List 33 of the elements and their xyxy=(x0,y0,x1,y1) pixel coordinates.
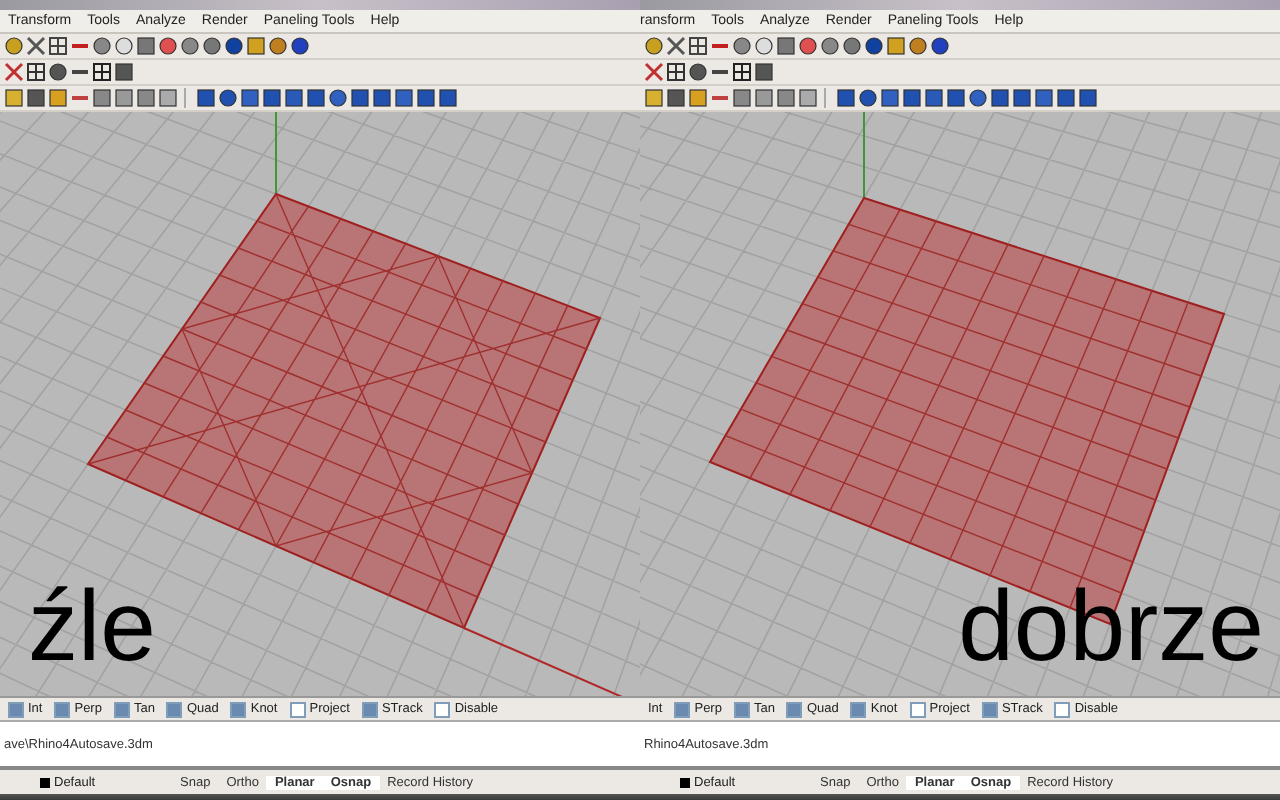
checkbox[interactable] xyxy=(361,701,378,717)
layer-color-icon xyxy=(40,777,50,787)
checkbox[interactable] xyxy=(113,701,130,717)
checkbox[interactable] xyxy=(674,701,691,717)
checkbox[interactable] xyxy=(1054,701,1071,717)
checkbox[interactable] xyxy=(434,701,451,717)
layer-color-icon xyxy=(680,777,690,787)
caption: dobrze xyxy=(958,576,1264,676)
checkbox[interactable] xyxy=(733,701,750,717)
grid-icon[interactable] xyxy=(688,36,708,56)
point-icon[interactable] xyxy=(92,36,112,56)
checkbox[interactable] xyxy=(54,701,71,717)
y-axis-line xyxy=(863,112,865,199)
grid-icon[interactable] xyxy=(666,62,686,82)
perspective-viewport[interactable]: źle xyxy=(0,112,640,696)
frame-icon[interactable] xyxy=(754,62,774,82)
y-axis-line xyxy=(275,112,277,195)
checkbox[interactable] xyxy=(230,701,247,717)
checkbox[interactable] xyxy=(909,701,926,717)
checkbox[interactable] xyxy=(981,701,998,717)
point-icon[interactable] xyxy=(732,36,752,56)
grid-icon[interactable] xyxy=(48,36,68,56)
checkbox[interactable] xyxy=(850,701,867,717)
perspective-viewport[interactable]: dobrze xyxy=(640,112,1280,696)
grid-icon[interactable] xyxy=(732,62,752,82)
checkbox[interactable] xyxy=(8,701,24,717)
checkbox[interactable] xyxy=(786,701,803,717)
grid-icon[interactable] xyxy=(92,62,112,82)
grid-icon[interactable] xyxy=(26,62,46,82)
checkbox[interactable] xyxy=(166,701,183,717)
frame-icon[interactable] xyxy=(114,62,134,82)
checkbox[interactable] xyxy=(289,701,306,717)
caption: źle xyxy=(28,576,156,676)
